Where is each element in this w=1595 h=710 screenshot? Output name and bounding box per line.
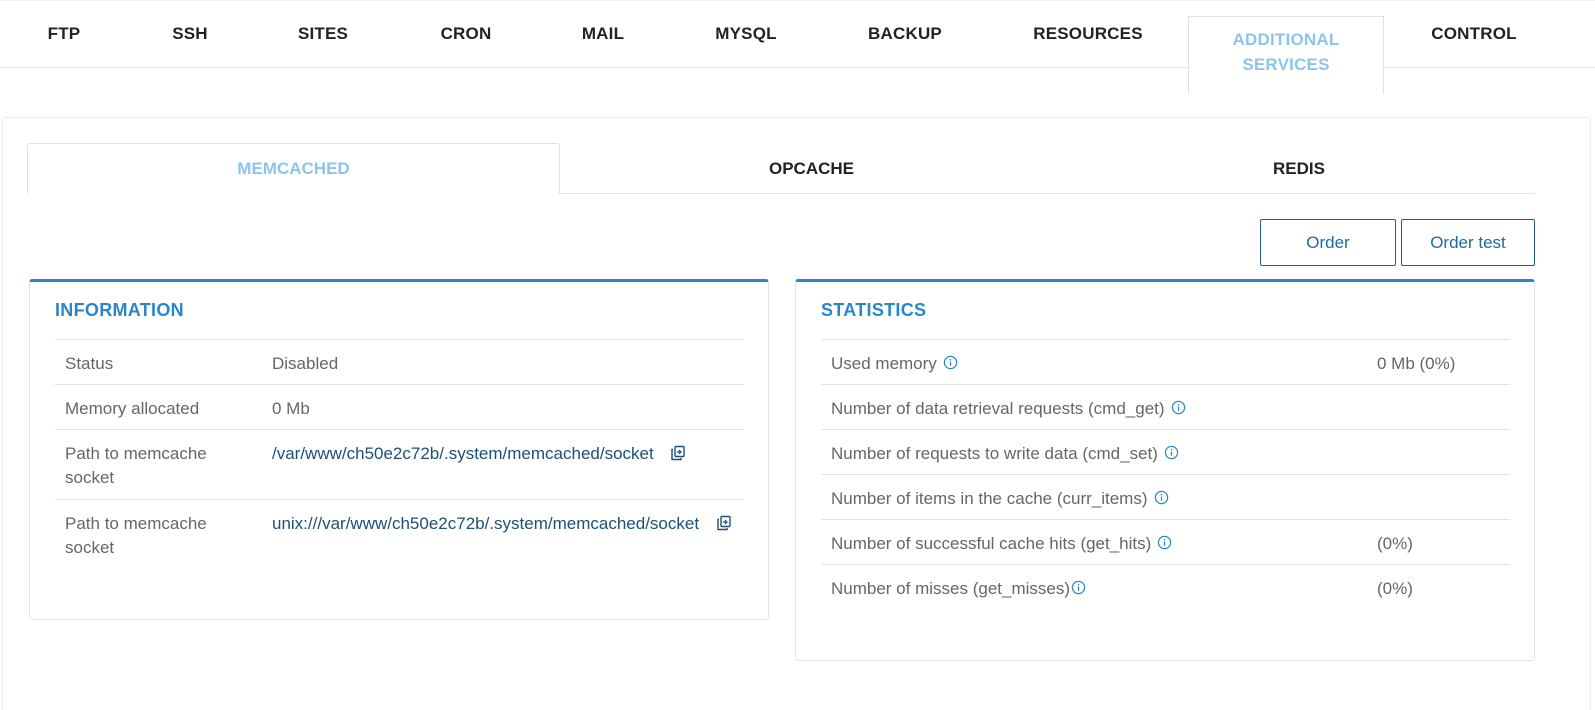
stat-label-text: Number of successful cache hits (get_hit… <box>831 534 1152 553</box>
socket-uri-link[interactable]: unix:///var/www/ch50e2c72b/.system/memca… <box>272 514 699 533</box>
tab-ftp[interactable]: FTP <box>22 0 106 68</box>
tab-control[interactable]: CONTROL <box>1410 0 1538 68</box>
info-icon[interactable] <box>1157 535 1172 550</box>
info-label-line2: socket <box>65 468 115 487</box>
copy-icon[interactable] <box>716 515 732 531</box>
stat-label: Number of successful cache hits (get_hit… <box>831 532 1172 556</box>
stat-row-used-memory: Used memory 0 Mb (0%) <box>821 339 1510 384</box>
stat-row-cmd-get: Number of data retrieval requests (cmd_g… <box>821 384 1510 429</box>
copy-icon[interactable] <box>670 445 686 461</box>
tab-mail[interactable]: MAIL <box>560 0 646 68</box>
subtab-memcached[interactable]: MEMCACHED <box>27 143 560 194</box>
tab-ssh[interactable]: SSH <box>148 0 232 68</box>
stat-label-text: Used memory <box>831 354 937 373</box>
info-row-status: Status Disabled <box>55 339 744 384</box>
info-row-socket-uri: Path to memcache socket unix:///var/www/… <box>55 499 744 569</box>
tab-resources[interactable]: RESOURCES <box>1008 0 1168 68</box>
tab-sites[interactable]: SITES <box>275 0 371 68</box>
stat-label-text: Number of items in the cache (curr_items… <box>831 489 1148 508</box>
info-label-line1: Path to memcache <box>65 444 207 463</box>
top-tab-bar: FTP SSH SITES CRON MAIL MYSQL BACKUP RES… <box>0 0 1595 94</box>
info-row-memory: Memory allocated 0 Mb <box>55 384 744 429</box>
info-value: Disabled <box>272 354 339 373</box>
info-icon[interactable] <box>1171 400 1186 415</box>
tab-additional-services-line1: ADDITIONAL <box>1232 29 1340 49</box>
info-value: unix:///var/www/ch50e2c72b/.system/memca… <box>272 512 732 536</box>
information-card: INFORMATION Status Disabled Memory alloc… <box>29 279 769 620</box>
order-button[interactable]: Order <box>1260 219 1396 266</box>
stat-label-text: Number of requests to write data (cmd_se… <box>831 444 1158 463</box>
subtab-opcache[interactable]: OPCACHE <box>560 143 1063 194</box>
tab-additional-services-line2: SERVICES <box>1242 54 1330 74</box>
stat-value: (0%) <box>1377 579 1413 598</box>
stat-value: 0 Mb (0%) <box>1377 354 1456 373</box>
info-icon[interactable] <box>943 355 958 370</box>
information-table: Status Disabled Memory allocated 0 Mb Pa… <box>55 339 744 569</box>
stat-label: Number of requests to write data (cmd_se… <box>831 442 1179 466</box>
sub-tab-bar: MEMCACHED OPCACHE REDIS <box>27 143 1535 194</box>
stat-label: Number of misses (get_misses) <box>831 577 1086 601</box>
order-test-button[interactable]: Order test <box>1401 219 1535 266</box>
info-row-socket-path: Path to memcache socket /var/www/ch50e2c… <box>55 429 744 499</box>
info-label: Path to memcache socket <box>65 512 207 560</box>
info-label-line2: socket <box>65 538 115 557</box>
info-icon[interactable] <box>1154 490 1169 505</box>
info-value: 0 Mb <box>272 399 310 418</box>
info-icon[interactable] <box>1164 445 1179 460</box>
statistics-card: STATISTICS Used memory 0 Mb (0%) Number … <box>795 279 1535 661</box>
information-title: INFORMATION <box>55 300 184 320</box>
socket-path-link[interactable]: /var/www/ch50e2c72b/.system/memcached/so… <box>272 444 654 463</box>
statistics-title: STATISTICS <box>821 300 927 320</box>
stat-row-get-hits: Number of successful cache hits (get_hit… <box>821 519 1510 564</box>
tab-cron[interactable]: CRON <box>418 0 514 68</box>
stat-label: Used memory <box>831 352 958 376</box>
stat-row-curr-items: Number of items in the cache (curr_items… <box>821 474 1510 519</box>
info-value: /var/www/ch50e2c72b/.system/memcached/so… <box>272 442 686 466</box>
stat-value: (0%) <box>1377 534 1413 553</box>
info-label-line1: Path to memcache <box>65 514 207 533</box>
info-label: Status <box>65 354 114 373</box>
stat-label: Number of items in the cache (curr_items… <box>831 487 1169 511</box>
tab-backup[interactable]: BACKUP <box>850 0 960 68</box>
stat-label-text: Number of data retrieval requests (cmd_g… <box>831 399 1165 418</box>
tab-mysql[interactable]: MYSQL <box>694 0 798 68</box>
statistics-table: Used memory 0 Mb (0%) Number of data ret… <box>821 339 1510 609</box>
stat-label: Number of data retrieval requests (cmd_g… <box>831 397 1186 421</box>
stat-label-text: Number of misses (get_misses) <box>831 579 1071 598</box>
tab-additional-services[interactable]: ADDITIONAL SERVICES <box>1188 16 1384 94</box>
subtab-redis[interactable]: REDIS <box>1063 143 1535 194</box>
info-label: Path to memcache socket <box>65 442 207 490</box>
stat-row-get-misses: Number of misses (get_misses) (0%) <box>821 564 1510 609</box>
info-icon[interactable] <box>1071 580 1086 595</box>
info-label: Memory allocated <box>65 399 200 418</box>
stat-row-cmd-set: Number of requests to write data (cmd_se… <box>821 429 1510 474</box>
